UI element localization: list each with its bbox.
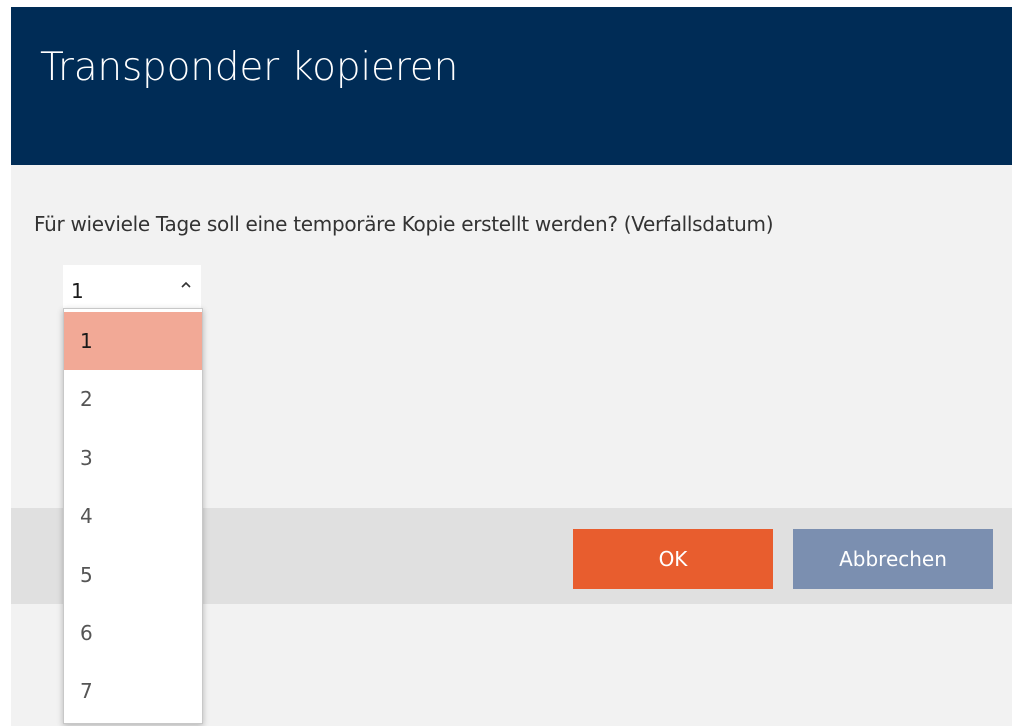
dropdown-option-1[interactable]: 1 <box>64 312 202 370</box>
dropdown-option-5[interactable]: 5 <box>64 546 202 604</box>
ok-button[interactable]: OK <box>573 529 773 589</box>
dropdown-option-6[interactable]: 6 <box>64 604 202 662</box>
dialog-title: Transponder kopieren <box>40 45 459 90</box>
dropdown-option-7[interactable]: 7 <box>64 662 202 720</box>
expiry-days-select[interactable]: 1 <box>63 265 201 313</box>
expiry-days-select-value: 1 <box>71 279 84 303</box>
dropdown-option-2[interactable]: 2 <box>64 370 202 428</box>
copy-transponder-dialog: Transponder kopieren Für wieviele Tage s… <box>11 7 1012 726</box>
chevron-up-icon <box>179 277 193 291</box>
dropdown-option-4[interactable]: 4 <box>64 487 202 545</box>
expiry-days-dropdown-list: 1 2 3 4 5 6 7 <box>63 308 203 724</box>
cancel-button[interactable]: Abbrechen <box>793 529 993 589</box>
expiry-days-question: Für wieviele Tage soll eine temporäre Ko… <box>34 212 774 236</box>
dropdown-option-3[interactable]: 3 <box>64 429 202 487</box>
dialog-title-bar: Transponder kopieren <box>11 7 1012 165</box>
